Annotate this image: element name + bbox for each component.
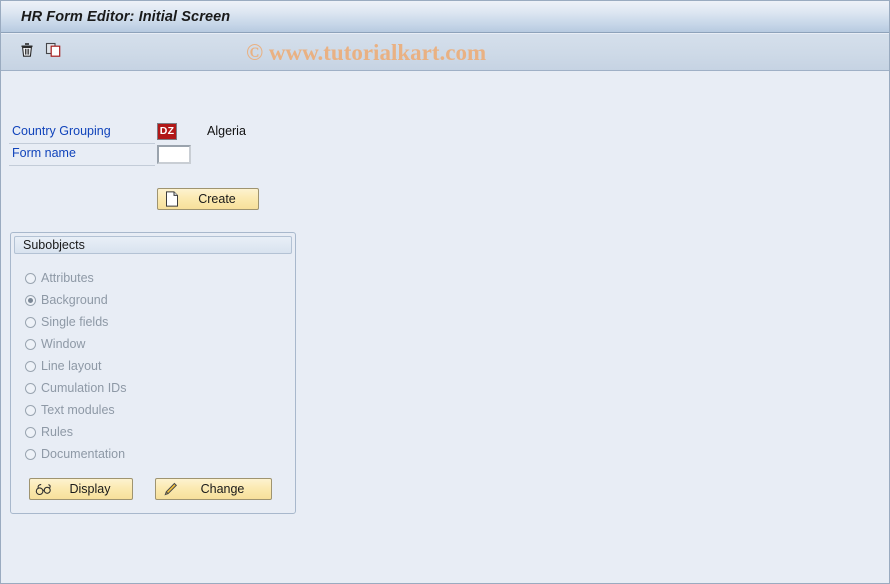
radio-label: Documentation xyxy=(41,447,126,461)
radio-indicator xyxy=(25,448,36,460)
delete-icon xyxy=(19,41,35,63)
radio-option-single-fields[interactable]: Single fields xyxy=(19,311,287,333)
country-grouping-row: Country Grouping DZ Algeria xyxy=(1,122,301,144)
create-button-label: Create xyxy=(198,192,236,206)
screen-content: Country Grouping DZ Algeria Form name Cr… xyxy=(1,72,889,583)
subobjects-title: Subobjects xyxy=(23,238,85,252)
radio-indicator xyxy=(25,338,36,350)
sap-application-window: HR Form Editor: Initial Screen © www.tut… xyxy=(0,0,890,584)
subobjects-panel-header: Subobjects xyxy=(14,236,292,254)
radio-indicator xyxy=(25,382,36,394)
new-document-icon xyxy=(162,190,182,208)
window-title-bar: HR Form Editor: Initial Screen xyxy=(1,1,889,33)
country-grouping-code-field[interactable]: DZ xyxy=(157,123,177,140)
create-button[interactable]: Create xyxy=(157,188,259,210)
application-toolbar xyxy=(1,34,889,71)
radio-label: Line layout xyxy=(41,359,102,373)
radio-option-background[interactable]: Background xyxy=(19,289,287,311)
radio-label: Cumulation IDs xyxy=(41,381,127,395)
radio-label: Rules xyxy=(41,425,73,439)
radio-option-line-layout[interactable]: Line layout xyxy=(19,355,287,377)
radio-option-rules[interactable]: Rules xyxy=(19,421,287,443)
radio-label: Text modules xyxy=(41,403,115,417)
radio-label: Single fields xyxy=(41,315,109,329)
radio-indicator xyxy=(25,426,36,438)
radio-option-text-modules[interactable]: Text modules xyxy=(19,399,287,421)
radio-label: Background xyxy=(41,293,108,307)
radio-label: Attributes xyxy=(41,271,94,285)
radio-option-attributes[interactable]: Attributes xyxy=(19,267,287,289)
change-button-label: Change xyxy=(200,482,245,496)
form-fields-area: Country Grouping DZ Algeria Form name xyxy=(1,122,301,166)
form-name-row: Form name xyxy=(1,144,301,166)
subobjects-action-buttons: Display Change xyxy=(29,478,279,502)
change-button[interactable]: Change xyxy=(155,478,272,500)
pencil-icon xyxy=(160,480,180,498)
field-underline xyxy=(9,165,155,166)
radio-option-documentation[interactable]: Documentation xyxy=(19,443,287,465)
country-grouping-label: Country Grouping xyxy=(12,124,111,138)
subobjects-radio-group: Attributes Background Single fields Wind… xyxy=(19,267,287,465)
copy-button[interactable] xyxy=(41,40,65,64)
radio-option-cumulation-ids[interactable]: Cumulation IDs xyxy=(19,377,287,399)
radio-indicator xyxy=(25,360,36,372)
radio-indicator xyxy=(25,316,36,328)
copy-icon xyxy=(45,41,62,63)
delete-button[interactable] xyxy=(15,40,39,64)
country-name-text: Algeria xyxy=(207,124,246,138)
glasses-icon xyxy=(34,480,54,498)
display-button[interactable]: Display xyxy=(29,478,133,500)
page-title: HR Form Editor: Initial Screen xyxy=(21,8,231,25)
radio-indicator xyxy=(25,272,36,284)
radio-indicator xyxy=(25,404,36,416)
radio-label: Window xyxy=(41,337,86,351)
display-button-label: Display xyxy=(69,482,111,496)
radio-option-window[interactable]: Window xyxy=(19,333,287,355)
subobjects-panel: Subobjects Attributes Background Single … xyxy=(10,232,296,514)
radio-indicator xyxy=(25,294,36,306)
form-name-label: Form name xyxy=(12,146,76,160)
form-name-input[interactable] xyxy=(157,145,191,164)
